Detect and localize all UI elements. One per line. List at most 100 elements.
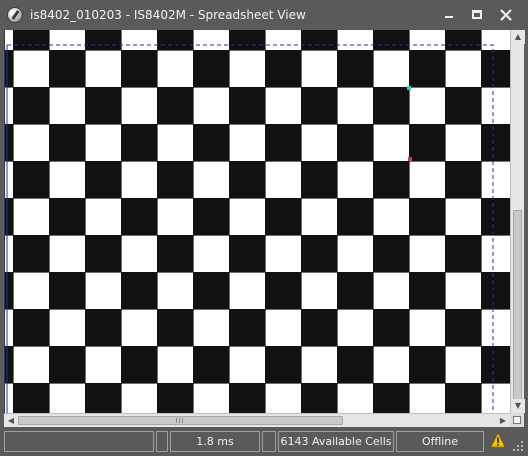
checker-square (409, 198, 446, 236)
scroll-grip-icon (176, 418, 183, 423)
status-cell-divider-2 (262, 431, 276, 452)
checker-square (121, 346, 158, 384)
checker-square (409, 124, 446, 162)
checker-square (265, 272, 302, 310)
checker-square (85, 235, 122, 273)
checker-square (193, 198, 230, 236)
checker-square (337, 346, 374, 384)
checker-square (157, 235, 194, 273)
status-cell-empty (4, 431, 154, 452)
scroll-left-arrow-icon[interactable]: ◀ (4, 414, 18, 427)
checker-square (13, 30, 50, 51)
checker-square (5, 272, 14, 310)
checker-square (5, 346, 14, 384)
checker-square (157, 383, 194, 413)
checker-square (193, 272, 230, 310)
horizontal-scroll-thumb[interactable] (18, 416, 343, 425)
minimize-icon (445, 16, 453, 18)
available-cells: 6143 Available Cells (278, 431, 394, 452)
checker-square (481, 272, 510, 310)
checker-square (49, 346, 86, 384)
checker-square (373, 309, 410, 347)
checker-square (157, 87, 194, 125)
checker-square (13, 161, 50, 199)
checker-square (373, 235, 410, 273)
window-title: is8402_010203 - IS8402M - Spreadsheet Vi… (30, 8, 306, 22)
checker-square (13, 87, 50, 125)
checker-square (481, 124, 510, 162)
checker-square (481, 50, 510, 88)
checker-square (49, 50, 86, 88)
checker-square (229, 30, 266, 51)
checker-square (157, 309, 194, 347)
checker-square (373, 30, 410, 51)
checker-square (49, 198, 86, 236)
checker-square (157, 161, 194, 199)
checker-square (445, 235, 482, 273)
checker-square (193, 124, 230, 162)
maximize-button[interactable] (466, 6, 488, 24)
title-bar: is8402_010203 - IS8402M - Spreadsheet Vi… (0, 0, 528, 30)
checker-square (157, 30, 194, 51)
checker-square (445, 383, 482, 413)
checker-square (13, 235, 50, 273)
checker-square (5, 124, 14, 162)
checker-square (265, 50, 302, 88)
scroll-up-arrow-icon[interactable]: ▲ (511, 30, 525, 44)
checker-square (409, 272, 446, 310)
cyan-marker (407, 86, 411, 90)
checker-square (481, 198, 510, 236)
checker-square (445, 309, 482, 347)
checker-square (301, 235, 338, 273)
checker-square (121, 272, 158, 310)
checker-square (5, 50, 14, 88)
checker-square (445, 30, 482, 51)
scroll-right-arrow-icon[interactable]: ▶ (496, 414, 510, 427)
resize-grip-icon[interactable] (512, 440, 524, 452)
checker-square (5, 198, 14, 236)
acquisition-time: 1.8 ms (170, 431, 260, 452)
checker-square (121, 198, 158, 236)
checker-square (193, 50, 230, 88)
horizontal-scrollbar[interactable]: ◀ ▶ (4, 413, 510, 427)
checker-square (301, 30, 338, 51)
checker-square (49, 124, 86, 162)
warning-triangle-icon[interactable] (490, 432, 506, 448)
checker-square (445, 161, 482, 199)
close-icon (500, 9, 512, 21)
checker-square (373, 383, 410, 413)
app-camera-icon[interactable] (7, 7, 23, 23)
checker-square (193, 346, 230, 384)
scroll-down-arrow-icon[interactable]: ▼ (511, 399, 525, 413)
red-marker (408, 157, 412, 161)
close-button[interactable] (495, 6, 517, 24)
checker-square (337, 272, 374, 310)
checker-square (265, 346, 302, 384)
checker-square (229, 161, 266, 199)
checker-square (85, 309, 122, 347)
checker-square (409, 50, 446, 88)
checker-square (13, 309, 50, 347)
checker-square (229, 87, 266, 125)
vertical-scroll-thumb[interactable] (513, 210, 522, 406)
status-bar: 1.8 ms 6143 Available Cells Offline (0, 428, 528, 456)
checker-square (85, 383, 122, 413)
checker-square (229, 383, 266, 413)
checker-square (337, 124, 374, 162)
checker-square (373, 87, 410, 125)
image-viewport[interactable] (4, 30, 510, 413)
checker-square (409, 346, 446, 384)
checker-square (337, 198, 374, 236)
vertical-scrollbar[interactable]: ▲ ▼ (510, 30, 525, 413)
checker-square (301, 161, 338, 199)
status-cell-divider (156, 431, 168, 452)
checker-square (301, 383, 338, 413)
checker-square (337, 50, 374, 88)
checker-square (229, 309, 266, 347)
checker-square (121, 50, 158, 88)
checker-square (265, 198, 302, 236)
checker-square (85, 161, 122, 199)
connection-status[interactable]: Offline (396, 431, 484, 452)
checker-square (13, 383, 50, 413)
minimize-button[interactable] (438, 6, 460, 24)
